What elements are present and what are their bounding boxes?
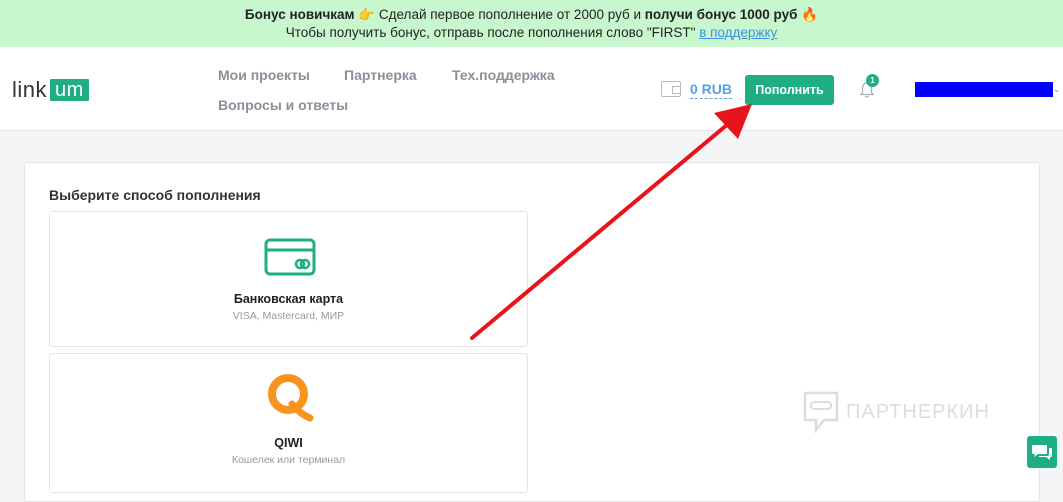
chevron-down-icon[interactable]: ⌄ [1053,84,1061,95]
user-menu[interactable] [915,82,1053,97]
method-subtitle: Кошелек или терминал [231,454,346,466]
watermark: ПАРТНЕРКИН [802,390,990,434]
method-subtitle: VISA, Mastercard, МИР [232,310,345,322]
nav-support[interactable]: Тех.поддержка [452,67,555,83]
method-qiwi[interactable]: QIWI Кошелек или терминал [49,353,528,493]
nav-partner[interactable]: Партнерка [344,67,417,83]
logo[interactable]: link um [12,77,89,103]
method-name: QIWI [274,436,303,450]
chat-icon [1032,445,1052,460]
support-link[interactable]: в поддержку [699,25,777,40]
topup-button[interactable]: Пополнить [745,75,834,105]
nav-my-projects[interactable]: Мои проекты [218,67,310,83]
nav-faq[interactable]: Вопросы и ответы [218,97,348,113]
promo-line-1: Бонус новичкам 👉 Сделай первое пополнени… [0,6,1063,24]
promo-bonus-amount: получи бонус 1000 руб [644,7,798,22]
logo-text: link [12,77,48,102]
watermark-logo-icon [803,391,839,434]
promo-banner: Бонус новичкам 👉 Сделай первое пополнени… [0,0,1063,47]
promo-text: Сделай первое пополнение от 2000 руб и [375,7,645,22]
balance-link[interactable]: 0 RUB [690,81,733,99]
method-name: Банковская карта [233,292,344,306]
chat-button[interactable] [1027,436,1057,468]
payment-panel: Выберите способ пополнения Банковская ка… [24,162,1040,502]
method-bank-card[interactable]: Банковская карта VISA, Mastercard, МИР [49,211,528,347]
watermark-text: ПАРТНЕРКИН [846,400,990,423]
promo-bonus-title: Бонус новичкам [244,7,355,22]
credit-card-icon [264,238,316,276]
notification-badge: 1 [866,74,879,87]
promo-instruction: Чтобы получить бонус, отправь после попо… [285,25,700,40]
fire-icon: 🔥 [801,7,819,22]
logo-box: um [50,79,89,101]
pointing-hand-icon: 👉 [358,7,376,22]
wallet-icon [661,81,681,97]
page-title: Выберите способ пополнения [49,187,261,203]
header: link um Мои проекты Партнерка Тех.поддерж… [0,47,1063,131]
promo-line-2: Чтобы получить бонус, отправь после попо… [0,24,1063,42]
qiwi-logo-icon [268,374,314,422]
